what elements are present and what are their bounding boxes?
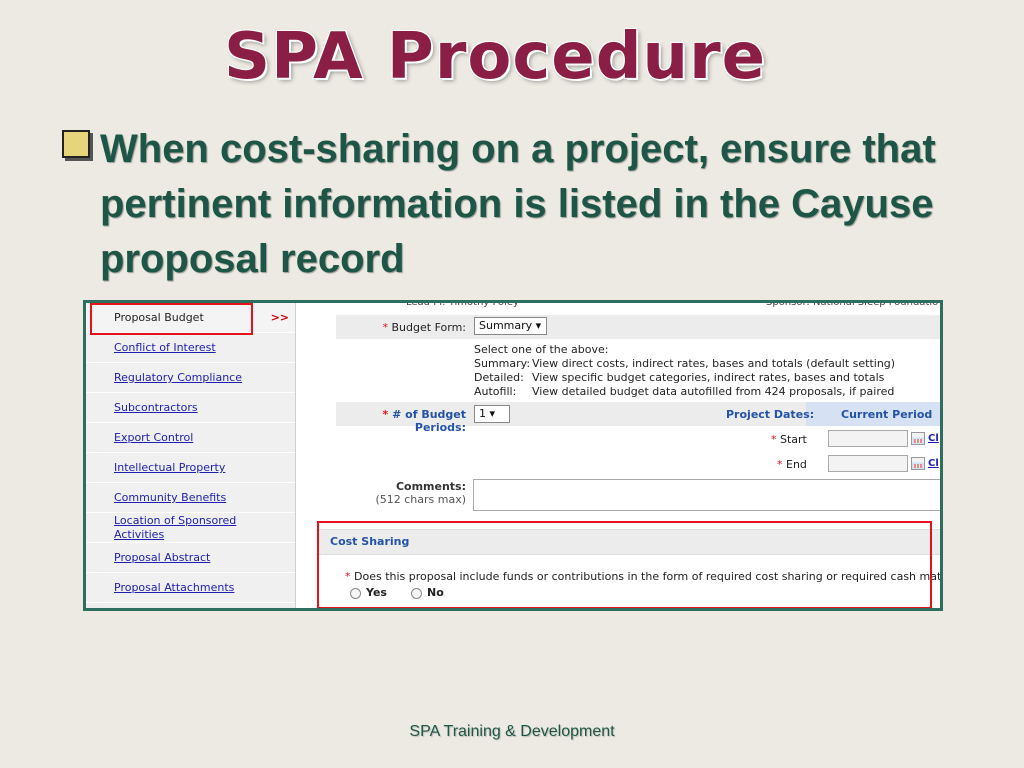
required-mark: * bbox=[382, 321, 389, 334]
budget-form-select[interactable]: Summary ▾ bbox=[474, 317, 547, 335]
sidebar-item-label: Subcontractors bbox=[114, 401, 198, 414]
current-period-label: Current Period bbox=[841, 408, 933, 421]
sidebar-item-location-of-sponsored-activities[interactable]: Location of Sponsored Activities bbox=[86, 513, 295, 543]
sidebar-item-label: Community Benefits bbox=[114, 491, 227, 504]
help-desc: View direct costs, indirect rates, bases… bbox=[532, 357, 896, 370]
sidebar-item-proposal-attachments[interactable]: Proposal Attachments bbox=[86, 573, 295, 603]
bullet-point: When cost-sharing on a project, ensure t… bbox=[62, 122, 992, 287]
start-label: * Start bbox=[771, 433, 807, 446]
calendar-icon[interactable] bbox=[911, 457, 925, 470]
end-label-text: End bbox=[786, 458, 807, 471]
comments-hint: (512 chars max) bbox=[375, 493, 466, 506]
budget-form-label-text: Budget Form: bbox=[391, 321, 466, 334]
expand-arrow-icon: >> bbox=[270, 311, 289, 324]
slide-title: SPA Procedure bbox=[223, 20, 767, 94]
sidebar-item-label: Export Control bbox=[114, 431, 194, 444]
sidebar-item-community-benefits[interactable]: Community Benefits bbox=[86, 483, 295, 513]
clear-start-link[interactable]: Cl bbox=[928, 433, 939, 444]
slide-footer: SPA Training & Development bbox=[409, 723, 615, 740]
help-row: Summary: View direct costs, indirect rate… bbox=[474, 357, 895, 371]
sponsor-text: Sponsor: National Sleep Foundatio bbox=[766, 300, 939, 308]
sidebar-item-label: Regulatory Compliance bbox=[114, 371, 242, 384]
sidebar-item-intellectual-property[interactable]: Intellectual Property bbox=[86, 453, 295, 483]
budget-form-help: Select one of the above: Summary: View di… bbox=[474, 343, 895, 399]
checkbox-bullet-icon bbox=[62, 130, 90, 158]
calendar-icon[interactable] bbox=[911, 432, 925, 445]
help-key: Detailed: bbox=[474, 371, 524, 384]
cayuse-screenshot: Proposal Budget >> Conflict of Interest … bbox=[83, 300, 943, 611]
project-dates-label: Project Dates: bbox=[726, 408, 815, 421]
end-date-input[interactable] bbox=[828, 455, 908, 472]
bullet-text: When cost-sharing on a project, ensure t… bbox=[100, 127, 936, 281]
help-desc: View detailed budget data autofilled fro… bbox=[532, 385, 895, 398]
help-row: Autofill: View detailed budget data autof… bbox=[474, 385, 895, 399]
budget-form-label: * Budget Form: bbox=[336, 321, 466, 334]
required-mark: * bbox=[771, 433, 777, 446]
required-mark: * bbox=[777, 458, 783, 471]
sidebar: Proposal Budget >> Conflict of Interest … bbox=[86, 303, 296, 608]
sidebar-item-regulatory-compliance[interactable]: Regulatory Compliance bbox=[86, 363, 295, 393]
required-mark: * bbox=[382, 408, 389, 421]
sidebar-item-label: Proposal Attachments bbox=[114, 581, 235, 594]
sidebar-item-subcontractors[interactable]: Subcontractors bbox=[86, 393, 295, 423]
sidebar-item-label: Location of Sponsored Activities bbox=[114, 513, 237, 541]
lead-pi-text: Lead PI: Timothy Foley bbox=[406, 300, 519, 308]
help-heading: Select one of the above: bbox=[474, 343, 609, 356]
clear-end-link[interactable]: Cl bbox=[928, 458, 939, 469]
end-label: * End bbox=[777, 458, 807, 471]
comments-label: Comments: (512 chars max) bbox=[336, 480, 466, 506]
sidebar-item-proposal-abstract[interactable]: Proposal Abstract bbox=[86, 543, 295, 573]
sidebar-item-conflict-of-interest[interactable]: Conflict of Interest bbox=[86, 333, 295, 363]
budget-periods-select[interactable]: 1 ▾ bbox=[474, 405, 510, 423]
help-row: Detailed: View specific budget categories… bbox=[474, 371, 895, 385]
highlight-box-proposal-budget bbox=[90, 303, 253, 335]
start-label-text: Start bbox=[780, 433, 807, 446]
budget-periods-label: * # of Budget Periods: bbox=[336, 408, 466, 434]
start-date-input[interactable] bbox=[828, 430, 908, 447]
comments-label-text: Comments: bbox=[395, 480, 466, 493]
comments-textarea[interactable] bbox=[473, 479, 940, 511]
help-key: Summary: bbox=[474, 357, 531, 370]
sidebar-item-label: Conflict of Interest bbox=[114, 341, 216, 354]
help-key: Autofill: bbox=[474, 385, 517, 398]
highlight-box-cost-sharing bbox=[317, 521, 932, 608]
sidebar-item-label: Proposal Abstract bbox=[114, 551, 211, 564]
sidebar-item-label: Intellectual Property bbox=[114, 461, 226, 474]
budget-periods-label-text: # of Budget Periods: bbox=[392, 408, 466, 434]
sidebar-item-export-control[interactable]: Export Control bbox=[86, 423, 295, 453]
help-desc: View specific budget categories, indirec… bbox=[532, 371, 885, 384]
